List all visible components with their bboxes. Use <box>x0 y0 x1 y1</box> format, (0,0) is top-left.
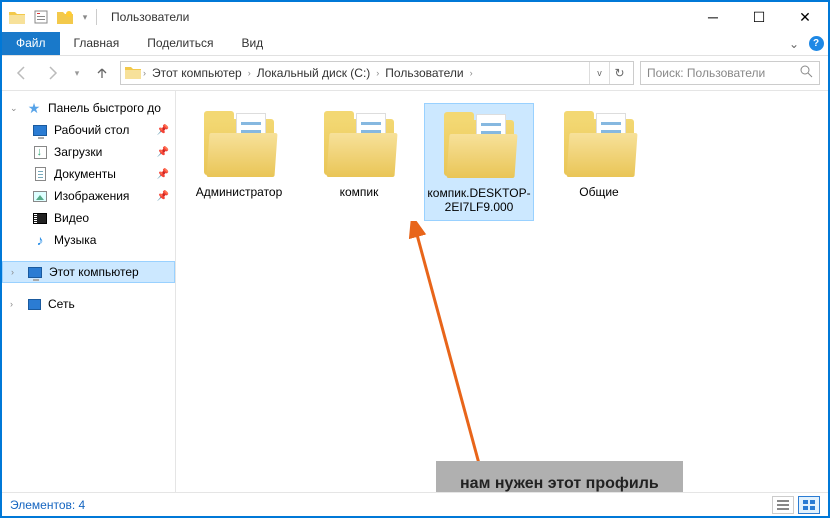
folder-item[interactable]: компик <box>304 103 414 221</box>
expand-icon[interactable]: › <box>10 299 20 309</box>
folder-item[interactable]: Общие <box>544 103 654 221</box>
address-bar[interactable]: › Этот компьютер › Локальный диск (C:) ›… <box>120 61 634 85</box>
chevron-right-icon[interactable]: › <box>248 68 251 78</box>
chevron-right-icon[interactable]: › <box>376 68 379 78</box>
window-title: Пользователи <box>111 10 189 24</box>
sidebar-label: Документы <box>54 167 116 181</box>
sidebar-label: Рабочий стол <box>54 123 129 137</box>
help-icon: ? <box>809 36 824 51</box>
computer-icon <box>27 264 43 280</box>
folder-label: компик <box>340 185 379 199</box>
separator <box>96 9 97 25</box>
navigation-bar: ▾ › Этот компьютер › Локальный диск (C:)… <box>2 56 828 90</box>
annotation-caption: нам нужен этот профиль <box>436 461 683 492</box>
pin-icon: 📌 <box>157 169 169 180</box>
pin-icon: 📌 <box>157 125 169 136</box>
breadcrumb-item[interactable]: Локальный диск (C:) <box>253 66 375 80</box>
folder-item[interactable]: Администратор <box>184 103 294 221</box>
window-controls: ─ ☐ ✕ <box>690 2 828 32</box>
folder-label: Общие <box>579 185 618 199</box>
help-button[interactable]: ? <box>804 32 828 55</box>
sidebar-label: Панель быстрого до <box>48 101 161 115</box>
forward-button[interactable] <box>40 61 64 85</box>
sidebar-label: Этот компьютер <box>49 265 139 279</box>
folder-icon <box>6 6 28 28</box>
ribbon-tabs: Файл Главная Поделиться Вид ⌄ ? <box>2 32 828 56</box>
expand-icon[interactable]: › <box>11 267 21 277</box>
sidebar-item-documents[interactable]: Документы 📌 <box>2 163 175 185</box>
search-icon[interactable] <box>800 65 813 81</box>
address-dropdown-icon[interactable]: v <box>589 62 609 84</box>
sidebar-this-pc[interactable]: › Этот компьютер <box>2 261 175 283</box>
annotation-arrow <box>406 221 526 481</box>
view-icons-button[interactable] <box>798 496 820 514</box>
minimize-button[interactable]: ─ <box>690 2 736 32</box>
folder-icon <box>558 107 640 181</box>
tab-view[interactable]: Вид <box>227 32 277 55</box>
properties-icon[interactable] <box>30 6 52 28</box>
folder-icon <box>198 107 280 181</box>
star-icon: ★ <box>26 100 42 116</box>
search-box[interactable]: Поиск: Пользователи <box>640 61 820 85</box>
sidebar-label: Загрузки <box>54 145 102 159</box>
new-folder-icon[interactable] <box>54 6 76 28</box>
back-button[interactable] <box>10 61 34 85</box>
search-placeholder: Поиск: Пользователи <box>647 66 765 80</box>
status-bar: Элементов: 4 <box>2 492 828 516</box>
collapse-icon[interactable]: ⌄ <box>10 103 20 114</box>
view-details-button[interactable] <box>772 496 794 514</box>
maximize-button[interactable]: ☐ <box>736 2 782 32</box>
title-bar: ▾ Пользователи ─ ☐ ✕ <box>2 2 828 32</box>
pin-icon: 📌 <box>157 147 169 158</box>
network-icon <box>26 296 42 312</box>
quick-access-toolbar: ▾ <box>6 6 92 28</box>
tab-file[interactable]: Файл <box>2 32 60 55</box>
chevron-right-icon[interactable]: › <box>143 68 146 78</box>
sidebar-network[interactable]: › Сеть <box>2 293 175 315</box>
documents-icon <box>32 166 48 182</box>
breadcrumb-item[interactable]: Пользователи <box>381 66 467 80</box>
downloads-icon <box>32 144 48 160</box>
breadcrumb-item[interactable]: Этот компьютер <box>148 66 246 80</box>
sidebar-item-downloads[interactable]: Загрузки 📌 <box>2 141 175 163</box>
folder-list: Администратор компик компик.DESKTOP-2EI7… <box>184 103 820 221</box>
status-text: Элементов: 4 <box>10 498 85 512</box>
navigation-pane: ⌄ ★ Панель быстрого до Рабочий стол 📌 За… <box>2 91 176 492</box>
sidebar-item-pictures[interactable]: Изображения 📌 <box>2 185 175 207</box>
pin-icon: 📌 <box>157 191 169 202</box>
folder-icon <box>125 65 141 82</box>
sidebar-label: Сеть <box>48 297 75 311</box>
content-pane[interactable]: Администратор компик компик.DESKTOP-2EI7… <box>176 91 828 492</box>
sidebar-quick-access[interactable]: ⌄ ★ Панель быстрого до <box>2 97 175 119</box>
videos-icon <box>32 210 48 226</box>
refresh-button[interactable]: ↻ <box>609 62 629 84</box>
sidebar-label: Музыка <box>54 233 96 247</box>
chevron-right-icon[interactable]: › <box>470 68 473 78</box>
sidebar-label: Изображения <box>54 189 129 203</box>
close-button[interactable]: ✕ <box>782 2 828 32</box>
ribbon-expand-icon[interactable]: ⌄ <box>784 32 804 55</box>
tab-home[interactable]: Главная <box>60 32 134 55</box>
sidebar-label: Видео <box>54 211 89 225</box>
sidebar-item-videos[interactable]: Видео <box>2 207 175 229</box>
sidebar-item-desktop[interactable]: Рабочий стол 📌 <box>2 119 175 141</box>
explorer-window: ▾ Пользователи ─ ☐ ✕ Файл Главная Подели… <box>0 0 830 518</box>
qat-dropdown-icon[interactable]: ▾ <box>78 6 92 28</box>
sidebar-item-music[interactable]: ♪ Музыка <box>2 229 175 251</box>
tab-share[interactable]: Поделиться <box>133 32 227 55</box>
folder-icon <box>318 107 400 181</box>
up-button[interactable] <box>90 61 114 85</box>
body: ⌄ ★ Панель быстрого до Рабочий стол 📌 За… <box>2 90 828 492</box>
folder-icon <box>438 108 520 182</box>
pictures-icon <box>32 188 48 204</box>
music-icon: ♪ <box>32 232 48 248</box>
desktop-icon <box>32 122 48 138</box>
recent-dropdown-icon[interactable]: ▾ <box>70 61 84 85</box>
folder-label: Администратор <box>196 185 283 199</box>
folder-label: компик.DESKTOP-2EI7LF9.000 <box>427 186 531 214</box>
folder-item[interactable]: компик.DESKTOP-2EI7LF9.000 <box>424 103 534 221</box>
